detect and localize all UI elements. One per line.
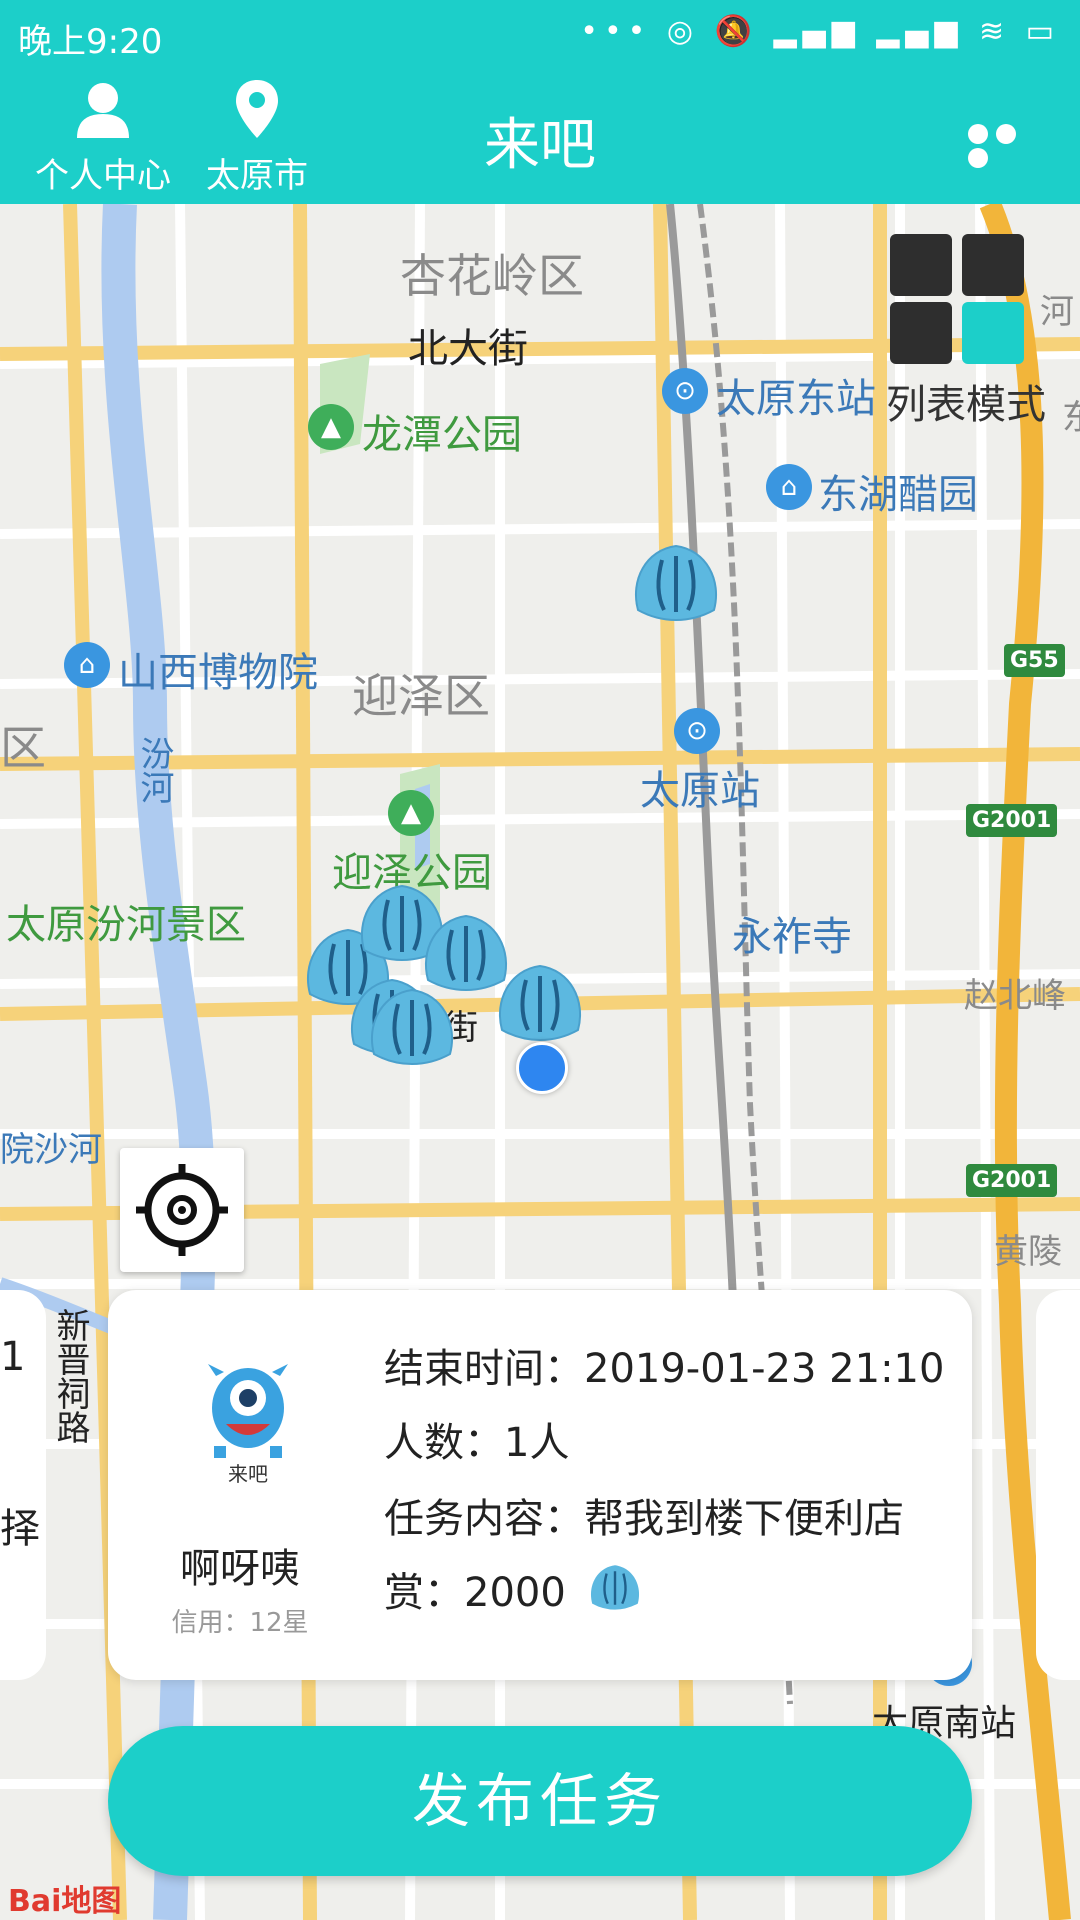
shell-marker-icon[interactable] xyxy=(633,544,719,622)
crosshair-icon xyxy=(136,1164,228,1256)
profile-label: 个人中心 xyxy=(35,156,171,196)
task-card[interactable]: 来吧 啊呀咦 信用：12星 结束时间：2019-01-23 21:10 人数：1… xyxy=(108,1290,972,1680)
more-options-icon[interactable] xyxy=(968,124,1050,168)
status-icons: ••• ◎ 🔕 ▂▄▆ ▂▄▆ ≋ ▭ xyxy=(580,14,1060,49)
location-pin-icon xyxy=(236,80,278,138)
locate-button[interactable] xyxy=(120,1148,244,1272)
city-label: 太原市 xyxy=(206,156,308,196)
avatar: 来吧 xyxy=(196,1362,300,1486)
person-icon xyxy=(77,83,129,138)
profile-button[interactable]: 个人中心 xyxy=(18,76,188,196)
page-title: 来吧 xyxy=(484,113,596,178)
shell-icon xyxy=(590,1565,640,1610)
list-mode-toggle[interactable]: 列表模式 xyxy=(886,232,1046,428)
monster-avatar-icon xyxy=(208,1364,288,1458)
reward: 赏：2000 xyxy=(384,1570,566,1616)
task-card-prev[interactable]: 1 择 xyxy=(0,1290,46,1680)
end-time: 结束时间：2019-01-23 21:10 xyxy=(384,1346,945,1392)
people-count: 人数：1人 xyxy=(384,1420,570,1466)
grid-square xyxy=(890,302,952,364)
status-time: 晚上9:20 xyxy=(18,22,163,62)
app-header: 晚上9:20 ••• ◎ 🔕 ▂▄▆ ▂▄▆ ≋ ▭ 个人中心 太原市 来吧 xyxy=(0,0,1080,204)
grid-square xyxy=(962,234,1024,296)
baidu-map-logo: Bai地图 xyxy=(8,1884,122,1919)
task-card-next[interactable] xyxy=(1036,1290,1080,1680)
peek-text: 择 xyxy=(0,1506,40,1552)
username: 啊呀咦 xyxy=(180,1546,300,1592)
list-mode-label: 列表模式 xyxy=(886,382,1046,428)
task-content: 任务内容：帮我到楼下便利店 xyxy=(384,1496,904,1542)
shell-marker-icon[interactable] xyxy=(497,964,583,1042)
grid-square xyxy=(890,234,952,296)
peek-text: 1 xyxy=(0,1334,26,1380)
current-location-dot xyxy=(516,1042,568,1094)
avatar-caption: 来吧 xyxy=(228,1462,268,1486)
city-button[interactable]: 太原市 xyxy=(172,76,342,196)
publish-task-button[interactable]: 发布任务 xyxy=(108,1726,972,1876)
grid-square xyxy=(962,302,1024,364)
credit-rating: 信用：12星 xyxy=(171,1608,309,1638)
